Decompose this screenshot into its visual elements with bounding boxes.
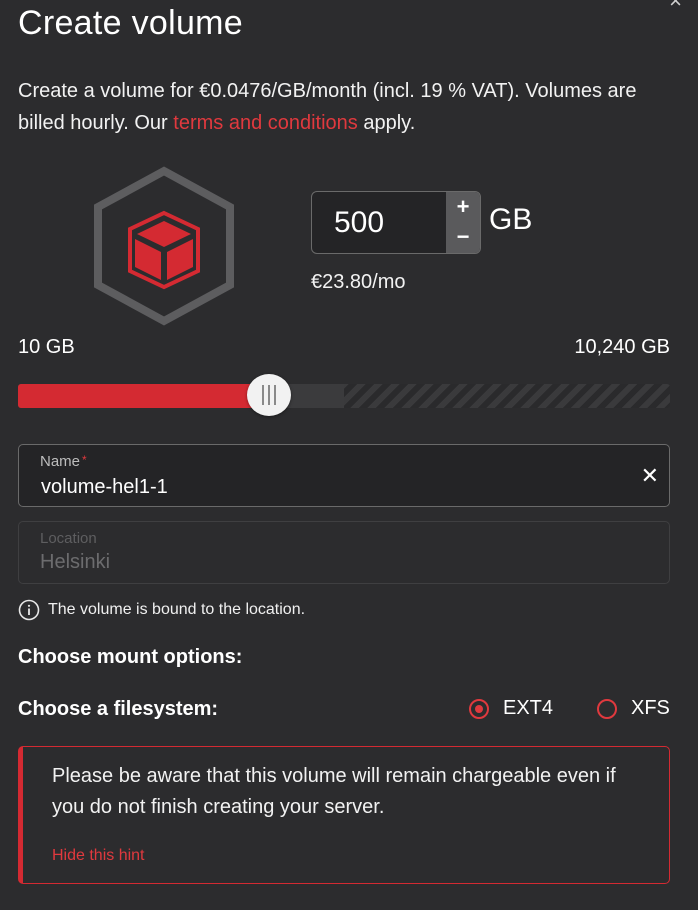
location-value: Helsinki xyxy=(40,551,111,573)
radio-ext4-label: EXT4 xyxy=(503,697,554,719)
name-field: Name* ✕ xyxy=(18,444,670,507)
hide-hint-link[interactable]: Hide this hint xyxy=(52,847,145,865)
filesystem-heading: Choose a filesystem: xyxy=(18,698,219,720)
size-stepper: + − xyxy=(311,191,481,254)
location-info: The volume is bound to the location. xyxy=(18,599,305,621)
size-input[interactable] xyxy=(332,202,446,244)
slider-max-label: 10,240 GB xyxy=(574,336,670,358)
required-marker: * xyxy=(82,453,87,467)
radio-xfs-label: XFS xyxy=(631,697,670,719)
terms-link[interactable]: terms and conditions xyxy=(173,112,358,134)
monthly-price: €23.80/mo xyxy=(311,271,406,293)
slider-min-label: 10 GB xyxy=(18,336,75,358)
name-label: Name * xyxy=(40,453,87,470)
radio-xfs[interactable]: XFS xyxy=(597,697,670,720)
radio-ext4[interactable]: EXT4 xyxy=(469,697,553,720)
volume-cube-icon xyxy=(90,165,238,327)
slider-thumb[interactable] xyxy=(247,374,292,416)
intro-text-after: apply. xyxy=(357,112,416,134)
dialog-title: Create volume xyxy=(18,4,243,42)
name-input[interactable] xyxy=(39,473,603,501)
hint-text: Please be aware that this volume will re… xyxy=(52,765,616,818)
location-label: Location xyxy=(40,530,97,547)
size-slider-track[interactable] xyxy=(18,384,670,408)
chargeable-hint: Please be aware that this volume will re… xyxy=(18,746,670,884)
info-icon xyxy=(18,599,40,621)
location-field: Location Helsinki xyxy=(18,521,670,584)
clear-icon[interactable]: ✕ xyxy=(641,463,659,489)
close-icon[interactable]: × xyxy=(669,0,682,12)
stepper-controls: + − xyxy=(446,192,480,253)
decrease-button[interactable]: − xyxy=(446,222,480,252)
size-unit: GB xyxy=(489,203,533,236)
info-text: The volume is bound to the location. xyxy=(48,601,306,618)
pricing-intro: Create a volume for €0.0476/GB/month (in… xyxy=(18,75,678,139)
mount-options-heading: Choose mount options: xyxy=(18,646,243,668)
radio-selected-icon xyxy=(469,698,489,719)
radio-unselected-icon xyxy=(597,698,617,719)
slider-fill xyxy=(18,384,270,408)
increase-button[interactable]: + xyxy=(446,192,480,222)
